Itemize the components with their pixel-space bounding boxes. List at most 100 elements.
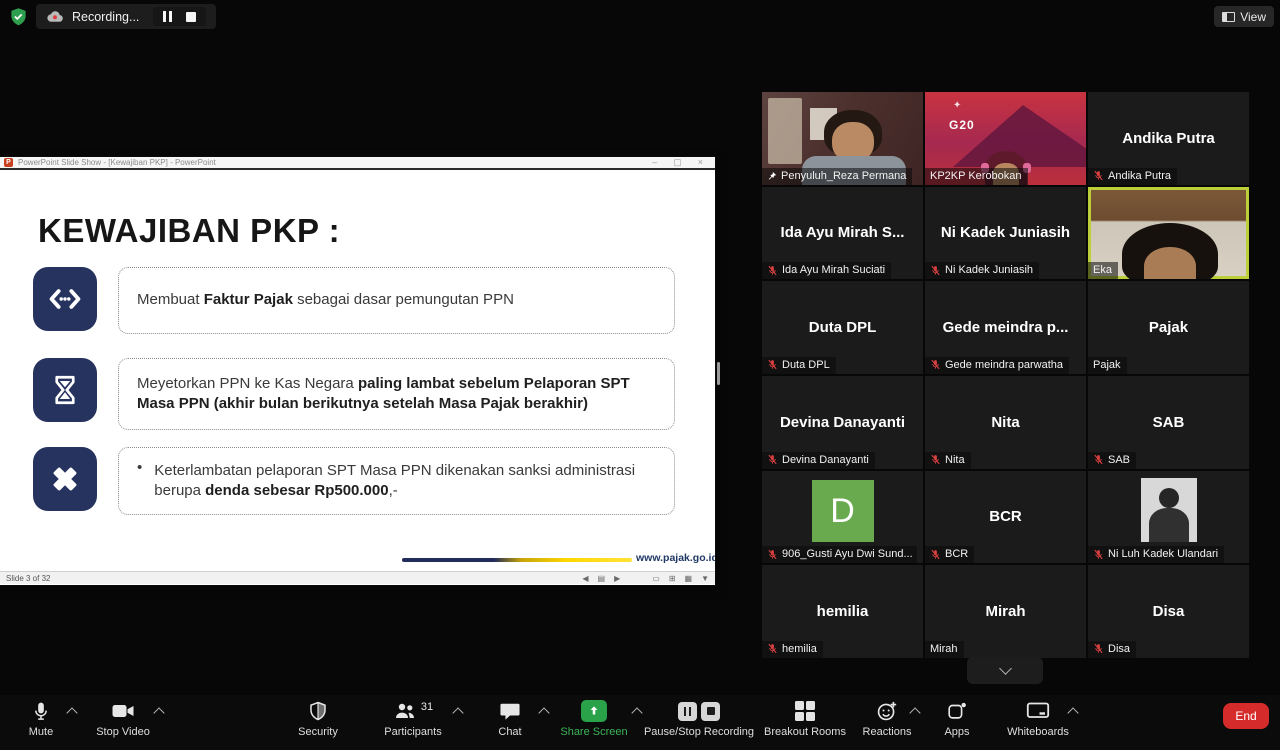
normal-view-button[interactable]: ▭ — [652, 574, 660, 583]
participant-tile[interactable]: Disa Disa — [1088, 565, 1249, 658]
powerpoint-statusbar: Slide 3 of 32 ◀ ▤ ▶ ▭ ⊞ ▦ ▼ — [0, 571, 715, 584]
previous-slide-button[interactable]: ◀ — [582, 574, 588, 583]
stop-recording-icon[interactable] — [701, 702, 720, 721]
participant-name-label: Ni Kadek Juniasih — [925, 262, 1039, 279]
participants-button[interactable]: 31 Participants — [372, 699, 454, 738]
reactions-icon — [876, 700, 898, 722]
slide-bullet-box: Membuat Faktur Pajak sebagai dasar pemun… — [118, 267, 675, 334]
view-button[interactable]: View — [1214, 6, 1274, 27]
participant-tile[interactable]: Gede meindra p... Gede meindra parwatha — [925, 281, 1086, 374]
chat-button[interactable]: Chat — [490, 699, 530, 738]
participant-tile[interactable]: BCR BCR — [925, 471, 1086, 564]
powerpoint-window-title: PowerPoint Slide Show - [Kewajiban PKP] … — [18, 158, 647, 167]
participants-options-caret[interactable] — [452, 707, 463, 718]
minimize-button[interactable]: – — [652, 158, 657, 167]
cloud-recording-icon — [46, 9, 64, 24]
reactions-button[interactable]: Reactions — [857, 699, 917, 738]
participant-tile[interactable]: Devina Danayanti Devina Danayanti — [762, 376, 923, 469]
scrollbar-thumb[interactable] — [717, 362, 720, 385]
participant-name-label: Andika Putra — [1088, 168, 1177, 185]
whiteboards-icon — [1026, 701, 1050, 721]
muted-mic-icon — [930, 549, 941, 560]
muted-mic-icon — [930, 265, 941, 276]
slide-indicator: Slide 3 of 32 — [6, 574, 50, 583]
chevron-down-icon — [999, 662, 1012, 675]
whiteboards-button[interactable]: Whiteboards — [1001, 699, 1075, 738]
stop-recording-button[interactable] — [186, 12, 196, 22]
participant-tile[interactable]: SAB SAB — [1088, 376, 1249, 469]
slide-bullet-box: • Keterlambatan pelaporan SPT Masa PPN d… — [118, 447, 675, 515]
participant-tile[interactable]: Andika Putra Andika Putra — [1088, 92, 1249, 185]
participant-name-label: hemilia — [762, 641, 823, 658]
muted-mic-icon — [767, 549, 778, 560]
participant-name-label: Pajak — [1088, 357, 1127, 374]
meeting-toolbar: Mute Stop Video Security 31 Participants… — [0, 695, 1280, 750]
meeting-topbar: Recording... View — [0, 0, 1280, 32]
pause-recording-button[interactable] — [163, 11, 172, 22]
muted-mic-icon — [930, 454, 941, 465]
slide-bullet-row: • Keterlambatan pelaporan SPT Masa PPN d… — [33, 447, 675, 515]
participant-name-label: Ni Luh Kadek Ulandari — [1088, 546, 1224, 563]
slide-sorter-view-button[interactable]: ⊞ — [669, 574, 676, 583]
participant-name-label: Penyuluh_Reza Permana — [762, 168, 912, 185]
participant-name-label: Gede meindra parwatha — [925, 357, 1069, 374]
participant-tile[interactable]: Duta DPL Duta DPL — [762, 281, 923, 374]
participant-tile[interactable]: D 906_Gusti Ayu Dwi Sund... — [762, 471, 923, 564]
powerpoint-window[interactable]: P PowerPoint Slide Show - [Kewajiban PKP… — [0, 157, 715, 585]
participant-name-label: Ida Ayu Mirah Suciati — [762, 262, 891, 279]
chat-options-caret[interactable] — [538, 707, 549, 718]
participant-tile[interactable]: Ida Ayu Mirah S... Ida Ayu Mirah Suciati — [762, 187, 923, 280]
chat-icon — [499, 701, 521, 721]
participant-name-label: Devina Danayanti — [762, 452, 875, 469]
participant-name-label: SAB — [1088, 452, 1136, 469]
apps-icon — [946, 700, 968, 722]
muted-mic-icon — [767, 359, 778, 370]
next-slide-button[interactable]: ▶ — [614, 574, 620, 583]
muted-mic-icon — [767, 265, 778, 276]
apps-button[interactable]: Apps — [937, 699, 977, 738]
pause-recording-icon[interactable] — [678, 702, 697, 721]
scroll-more-participants-button[interactable] — [967, 657, 1043, 684]
menu-button[interactable]: ▤ — [598, 574, 606, 583]
slide-canvas: KEWAJIBAN PKP : Membuat Faktur Pajak seb… — [0, 170, 715, 571]
slideshow-view-button[interactable]: ▦ — [685, 574, 693, 583]
powerpoint-titlebar[interactable]: P PowerPoint Slide Show - [Kewajiban PKP… — [0, 157, 715, 170]
participant-tile[interactable]: hemilia hemilia — [762, 565, 923, 658]
mute-button[interactable]: Mute — [12, 699, 70, 738]
participant-name-label: Duta DPL — [762, 357, 836, 374]
participant-tile[interactable]: Ni Kadek Juniasih Ni Kadek Juniasih — [925, 187, 1086, 280]
breakout-rooms-button[interactable]: Breakout Rooms — [760, 699, 850, 738]
recording-label: Recording... — [72, 10, 139, 24]
avatar: D — [812, 480, 874, 542]
slide-bullet-row: Meyetorkan PPN ke Kas Negara paling lamb… — [33, 358, 675, 430]
end-meeting-button[interactable]: End — [1223, 703, 1269, 729]
participant-name-label: Nita — [925, 452, 971, 469]
stop-video-button[interactable]: Stop Video — [90, 699, 156, 738]
slide-bullet-box: Meyetorkan PPN ke Kas Negara paling lamb… — [118, 358, 675, 430]
participant-tile[interactable]: Nita Nita — [925, 376, 1086, 469]
powerpoint-app-icon: P — [4, 158, 13, 167]
hourglass-icon — [33, 358, 97, 422]
shield-icon — [308, 700, 328, 722]
participant-tile[interactable]: ✦ G20 KP2KP Kerobokan — [925, 92, 1086, 185]
avatar — [1141, 478, 1197, 542]
g20-watermark: G20 — [949, 118, 975, 132]
participant-name-label: Eka — [1088, 262, 1118, 279]
close-button[interactable]: × — [698, 158, 703, 167]
slide-footer-url: www.pajak.go.id — [636, 552, 715, 564]
pause-stop-recording-button[interactable]: Pause/Stop Recording — [640, 699, 758, 738]
participant-tile-active-speaker[interactable]: Eka — [1088, 187, 1249, 280]
maximize-button[interactable]: ▢ — [673, 158, 682, 167]
participant-name-label: 906_Gusti Ayu Dwi Sund... — [762, 546, 917, 563]
participant-name-label: BCR — [925, 546, 974, 563]
camera-icon — [111, 701, 135, 721]
participant-tile[interactable]: Pajak Pajak — [1088, 281, 1249, 374]
participant-tile[interactable]: Ni Luh Kadek Ulandari — [1088, 471, 1249, 564]
share-screen-button[interactable]: Share Screen — [556, 699, 632, 738]
participant-tile[interactable]: Penyuluh_Reza Permana — [762, 92, 923, 185]
security-button[interactable]: Security — [289, 699, 347, 738]
participant-tile[interactable]: Mirah Mirah — [925, 565, 1086, 658]
annotation-pen-button[interactable]: ▼ — [701, 574, 709, 583]
slide-footer-bar — [402, 558, 632, 562]
muted-mic-icon — [1093, 170, 1104, 181]
